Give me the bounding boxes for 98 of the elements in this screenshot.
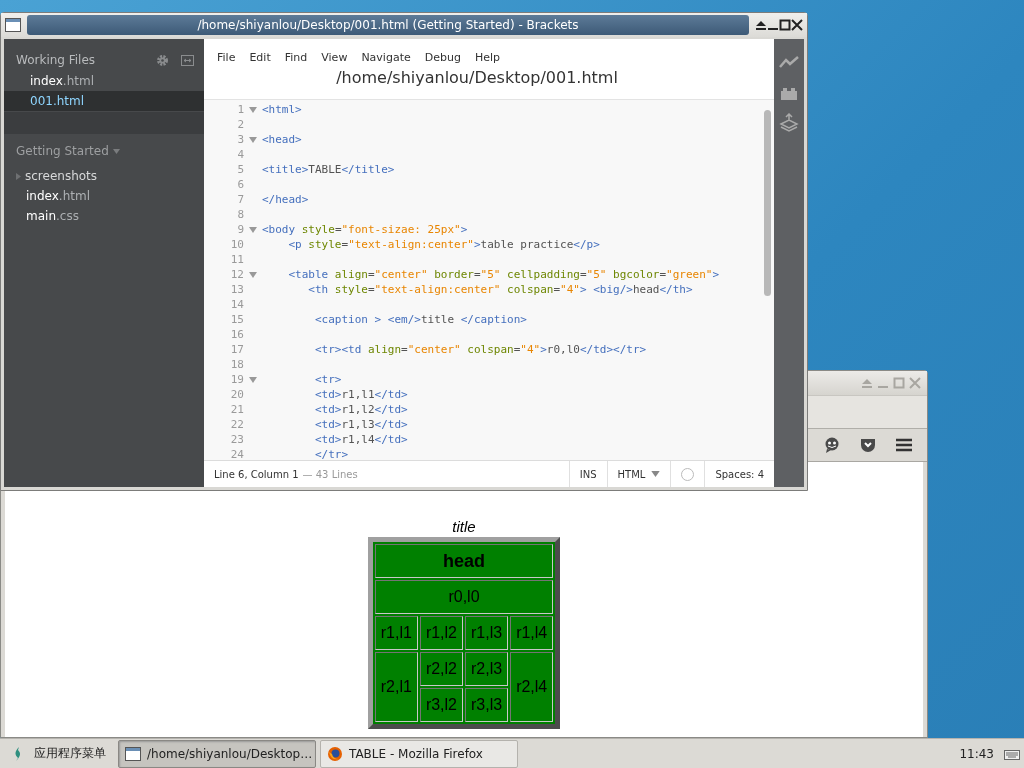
- window-title: /home/shiyanlou/Desktop/001.html (Getting Started) - Brackets: [27, 15, 749, 35]
- sidebar-heading: Working Files: [16, 53, 97, 67]
- code-line: <th style="text-align:center" colspan="4"> <big/>head</th>: [307, 282, 693, 297]
- line-number: 11: [229, 252, 244, 267]
- line-number: 6: [236, 177, 244, 192]
- clock: 11:43: [959, 746, 995, 761]
- browser-icon: [327, 745, 343, 762]
- file-tree-item[interactable]: screenshots: [25, 169, 98, 183]
- table-cell: r3,l2: [419, 688, 463, 722]
- language-selector[interactable]: HTML: [617, 468, 646, 480]
- window-icon: [5, 18, 21, 32]
- layers-icon[interactable]: [779, 113, 799, 133]
- window-icon: [125, 745, 141, 762]
- line-number: 23: [229, 432, 244, 447]
- code-line: <tr><td align="center" colspan="4">r0,l0</td></tr>: [313, 342, 647, 357]
- menu-item[interactable]: Edit: [242, 49, 278, 66]
- menu-item[interactable]: Navigate: [354, 49, 418, 66]
- code-line: <p style="text-align:center">table practice</p>: [287, 237, 600, 252]
- table-caption: title: [451, 518, 477, 537]
- table-cell: r2,l2: [419, 652, 463, 686]
- table-cell: r1,l3: [465, 616, 509, 650]
- table-cell: r3,l3: [465, 688, 509, 722]
- table-cell: r1,l1: [374, 616, 418, 650]
- scrollbar-thumb[interactable]: [764, 110, 771, 296]
- line-number: 20: [229, 387, 244, 402]
- line-count: — 43 Lines: [302, 468, 358, 480]
- line-number: 15: [229, 312, 244, 327]
- indent-setting[interactable]: Spaces: 4: [715, 468, 764, 480]
- menu-icon[interactable]: [895, 436, 913, 454]
- taskbar-button[interactable]: TABLE - Mozilla Firefox: [320, 739, 518, 768]
- line-number: 19: [229, 372, 244, 387]
- fold-arrow-icon[interactable]: [249, 136, 257, 143]
- table-cell: r1,l2: [419, 616, 463, 650]
- code-line: <caption > <em/>title </caption>: [313, 312, 527, 327]
- code-line: </tr>: [313, 447, 349, 460]
- menu-item[interactable]: Help: [467, 49, 507, 66]
- line-number: 8: [236, 207, 244, 222]
- menu-item[interactable]: Debug: [417, 49, 468, 66]
- taskbar-button[interactable]: /home/shiyanlou/Desktop…: [118, 739, 316, 768]
- code-line: <td>r1,l1</td>: [313, 387, 408, 402]
- file-path-title: /home/shiyanlou/Desktop/001.html: [335, 67, 619, 87]
- code-line: <td>r1,l4</td>: [313, 432, 408, 447]
- caret-icon[interactable]: [651, 471, 661, 477]
- menu-item[interactable]: File: [210, 49, 243, 66]
- insert-mode[interactable]: INS: [579, 468, 597, 480]
- split-view-icon[interactable]: [181, 53, 194, 67]
- table-cell: r2,l3: [465, 652, 509, 686]
- code-line: <head>: [262, 132, 302, 147]
- settings-icon[interactable]: [156, 53, 169, 67]
- line-number: 3: [236, 132, 244, 147]
- code-line: <td>r1,l3</td>: [313, 417, 408, 432]
- code-line: <td>r1,l2</td>: [313, 402, 408, 417]
- line-number: 4: [236, 147, 244, 162]
- line-number: 21: [229, 402, 244, 417]
- table-cell: r2,l1: [374, 652, 418, 722]
- line-number: 1: [236, 102, 244, 117]
- code-line: <tr>: [313, 372, 342, 387]
- file-tree-item[interactable]: main.css: [26, 209, 79, 223]
- code-line: <title>TABLE</title>: [262, 162, 395, 177]
- pocket-icon[interactable]: [859, 436, 877, 454]
- line-number: 2: [236, 117, 244, 132]
- line-number: 9: [236, 222, 244, 237]
- menu-item[interactable]: View: [314, 49, 355, 66]
- table-cell: r1,l4: [510, 616, 554, 650]
- eject-icon[interactable]: [755, 19, 767, 31]
- line-number: 16: [229, 327, 244, 342]
- fold-arrow-icon[interactable]: [249, 376, 257, 383]
- file-tree-item[interactable]: index.html: [26, 189, 90, 203]
- maximize-icon[interactable]: [779, 19, 791, 31]
- cursor-position: Line 6, Column 1: [214, 468, 299, 480]
- code-line: <table align="center" border="5" cellpadding="5" bgcolor="green">: [287, 267, 720, 282]
- line-number: 13: [229, 282, 244, 297]
- line-number: 5: [236, 162, 244, 177]
- code-line: <html>: [262, 102, 302, 117]
- working-file-item[interactable]: 001.html: [4, 91, 204, 111]
- fold-arrow-icon[interactable]: [249, 106, 257, 113]
- line-number: 22: [229, 417, 244, 432]
- line-number: 7: [236, 192, 244, 207]
- chat-icon[interactable]: [823, 436, 841, 454]
- line-number: 12: [229, 267, 244, 282]
- table-cell: r2,l4: [510, 652, 554, 722]
- fold-arrow-icon[interactable]: [249, 271, 257, 278]
- line-number: 24: [229, 447, 244, 460]
- table-cell: r0,l0: [374, 580, 554, 614]
- line-number: 17: [229, 342, 244, 357]
- close-icon[interactable]: [791, 19, 803, 31]
- expand-arrow-icon[interactable]: [16, 172, 21, 180]
- fold-arrow-icon[interactable]: [249, 226, 257, 233]
- table-header-cell: head: [374, 544, 554, 578]
- caret-icon[interactable]: [112, 148, 120, 154]
- line-number: 14: [229, 297, 244, 312]
- menu-item[interactable]: Find: [277, 49, 315, 66]
- code-line: <body style="font-sizae: 25px">: [262, 222, 468, 237]
- line-number: 18: [229, 357, 244, 372]
- line-number: 10: [229, 237, 244, 252]
- working-file-item[interactable]: index.html: [4, 71, 204, 91]
- code-line: </head>: [262, 192, 309, 207]
- start-menu-button[interactable]: 应用程序菜单: [4, 740, 114, 767]
